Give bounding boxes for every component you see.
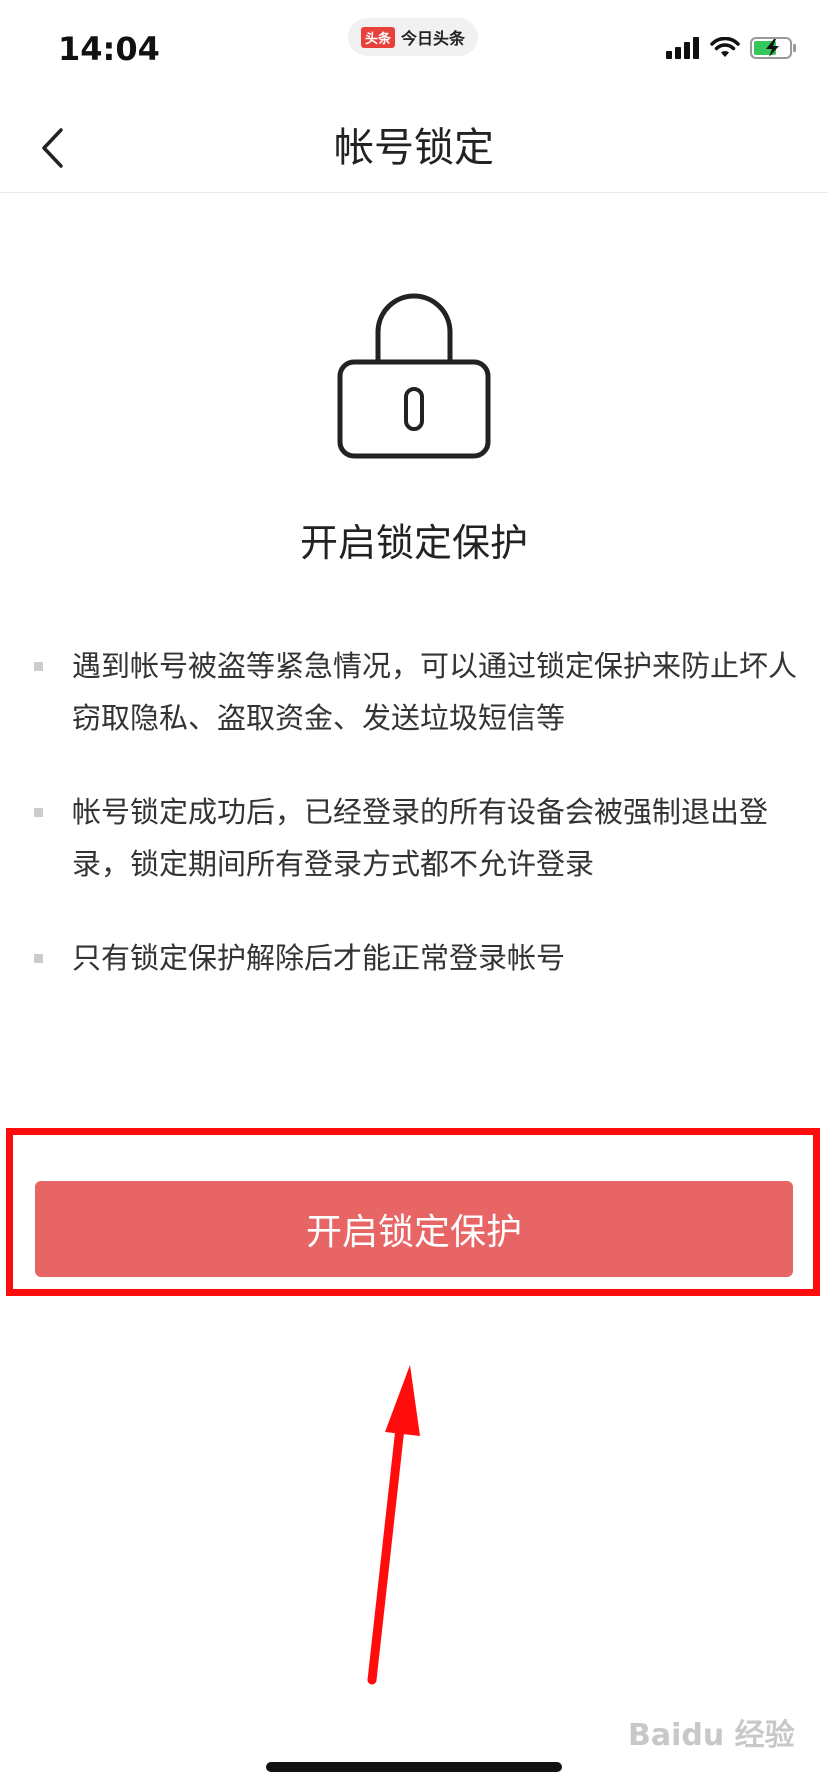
list-item: 只有锁定保护解除后才能正常登录帐号 (34, 932, 800, 984)
nav-bar: 帐号锁定 (0, 100, 828, 193)
home-indicator[interactable] (266, 1762, 562, 1772)
battery-charging-icon (750, 37, 796, 59)
signal-icon (666, 37, 699, 59)
bullet-marker (34, 954, 43, 963)
watermark: Baidu 经验 (628, 1718, 795, 1753)
list-item: 遇到帐号被盗等紧急情况，可以通过锁定保护来防止坏人窃取隐私、盗取资金、发送垃圾短… (34, 640, 800, 744)
app-return-pill[interactable]: 头条 今日头条 (348, 18, 478, 56)
app-logo: 头条 (360, 26, 395, 48)
lock-icon (337, 293, 491, 459)
page-title: 帐号锁定 (334, 125, 494, 171)
list-item-text: 遇到帐号被盗等紧急情况，可以通过锁定保护来防止坏人窃取隐私、盗取资金、发送垃圾短… (72, 649, 798, 735)
headline: 开启锁定保护 (299, 521, 528, 565)
app-name: 今日头条 (401, 29, 466, 48)
list-item: 帐号锁定成功后，已经登录的所有设备会被强制退出登录，锁定期间所有登录方式都不允许… (34, 786, 800, 890)
bullet-marker (34, 662, 43, 671)
list-item-text: 帐号锁定成功后，已经登录的所有设备会被强制退出登录，锁定期间所有登录方式都不允许… (72, 795, 769, 881)
bullet-marker (34, 808, 43, 817)
status-bar: 14:04 头条 今日头条 (0, 0, 828, 100)
info-list: 遇到帐号被盗等紧急情况，可以通过锁定保护来防止坏人窃取隐私、盗取资金、发送垃圾短… (34, 640, 800, 1026)
enable-lock-button[interactable]: 开启锁定保护 (35, 1181, 793, 1277)
status-time: 14:04 (58, 30, 160, 68)
list-item-text: 只有锁定保护解除后才能正常登录帐号 (72, 941, 566, 975)
status-icons (666, 36, 798, 60)
wifi-icon (710, 37, 740, 57)
